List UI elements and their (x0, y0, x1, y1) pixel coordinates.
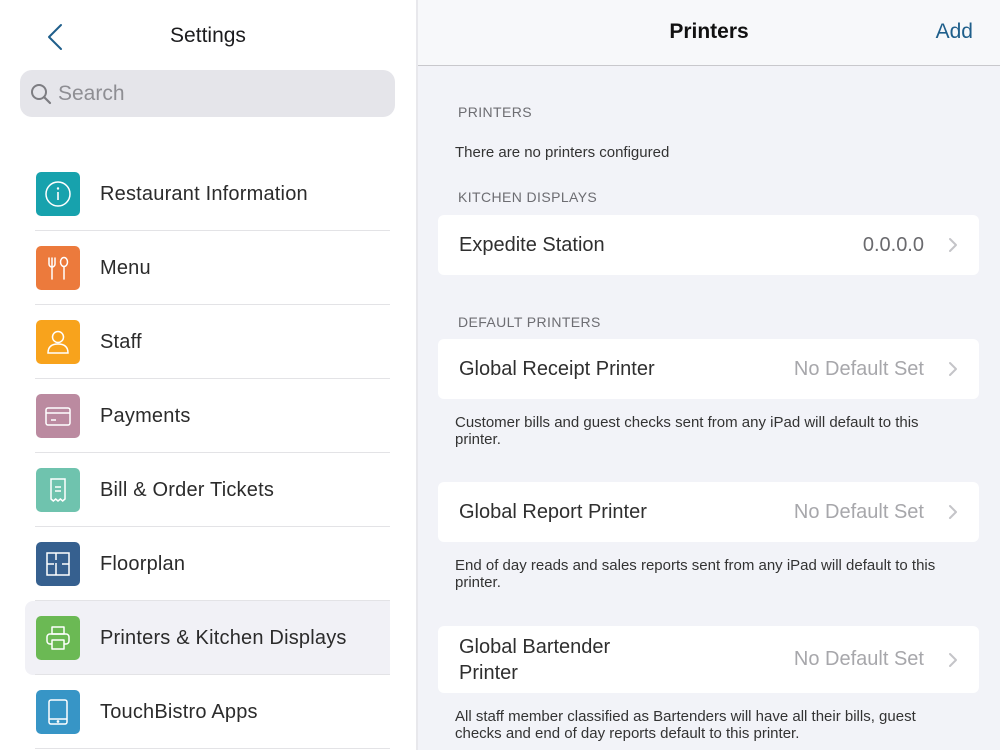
page-title: Printers (669, 20, 749, 43)
cell-label: Global Report Printer (459, 501, 647, 523)
sidebar-header: Settings (0, 0, 416, 70)
sidebar-item-menu[interactable]: Menu (25, 231, 390, 305)
sidebar-item-label: Printers & Kitchen Displays (100, 626, 347, 649)
settings-sidebar: Settings Restaurant Information Menu (0, 0, 416, 750)
sidebar-item-restaurant-information[interactable]: Restaurant Information (25, 157, 390, 231)
info-icon (36, 172, 80, 216)
sidebar-title: Settings (170, 24, 246, 47)
sidebar-item-label: TouchBistro Apps (100, 700, 258, 723)
printer-icon (36, 616, 80, 660)
sidebar-item-label: Restaurant Information (100, 182, 308, 205)
section-header-kitchen-displays: KITCHEN DISPLAYS (458, 189, 598, 205)
default-printer-row-bartender[interactable]: Global Bartender Printer No Default Set (438, 626, 979, 693)
printers-detail-pane: Printers Add PRINTERS There are no print… (418, 0, 1000, 750)
sidebar-item-label: Floorplan (100, 552, 186, 575)
cell-label: Global Bartender Printer (459, 635, 611, 684)
kitchen-display-row-expedite-station[interactable]: Expedite Station 0.0.0.0 (438, 215, 979, 275)
tablet-icon (36, 690, 80, 734)
chevron-right-icon (949, 362, 957, 376)
floorplan-icon (36, 542, 80, 586)
sidebar-item-label: Payments (100, 404, 191, 427)
default-printer-row-report[interactable]: Global Report Printer No Default Set (438, 482, 979, 542)
detail-navbar: Printers Add (418, 0, 1000, 66)
sidebar-item-touchbistro-apps[interactable]: TouchBistro Apps (25, 675, 390, 749)
receipt-icon (36, 468, 80, 512)
chevron-right-icon (949, 652, 957, 667)
search-field[interactable] (20, 70, 395, 117)
report-printer-note: End of day reads and sales reports sent … (455, 557, 936, 591)
add-button[interactable]: Add (936, 20, 973, 44)
bartender-printer-note: All staff member classified as Bartender… (455, 708, 916, 742)
sidebar-item-label: Menu (100, 256, 151, 279)
credit-card-icon (36, 394, 80, 438)
settings-menu: Restaurant Information Menu Staff Paymen… (25, 157, 390, 749)
sidebar-item-payments[interactable]: Payments (25, 379, 390, 453)
cell-value: No Default Set (793, 648, 924, 670)
default-printer-row-receipt[interactable]: Global Receipt Printer No Default Set (438, 339, 979, 399)
no-printers-message: There are no printers configured (455, 144, 670, 161)
cell-value: No Default Set (793, 357, 924, 380)
sidebar-item-printers-kitchen-displays[interactable]: Printers & Kitchen Displays (25, 601, 390, 675)
sidebar-item-bill-order-tickets[interactable]: Bill & Order Tickets (25, 453, 390, 527)
section-header-default-printers: DEFAULT PRINTERS (458, 314, 601, 330)
search-input[interactable] (58, 81, 378, 106)
sidebar-item-floorplan[interactable]: Floorplan (25, 527, 390, 601)
sidebar-item-staff[interactable]: Staff (25, 305, 390, 379)
person-icon (36, 320, 80, 364)
fork-spoon-icon (36, 246, 80, 290)
receipt-printer-note: Customer bills and guest checks sent fro… (455, 414, 919, 448)
cell-value: No Default Set (793, 500, 924, 523)
chevron-right-icon (949, 505, 957, 519)
cell-value-ip-address: 0.0.0.0 (862, 233, 924, 256)
cell-label: Expedite Station (459, 234, 605, 256)
sidebar-item-label: Bill & Order Tickets (100, 478, 275, 501)
chevron-right-icon (949, 238, 957, 252)
cell-label: Global Receipt Printer (459, 358, 655, 380)
search-icon (31, 83, 52, 104)
section-header-printers: PRINTERS (458, 104, 532, 120)
sidebar-item-label: Staff (100, 330, 142, 353)
